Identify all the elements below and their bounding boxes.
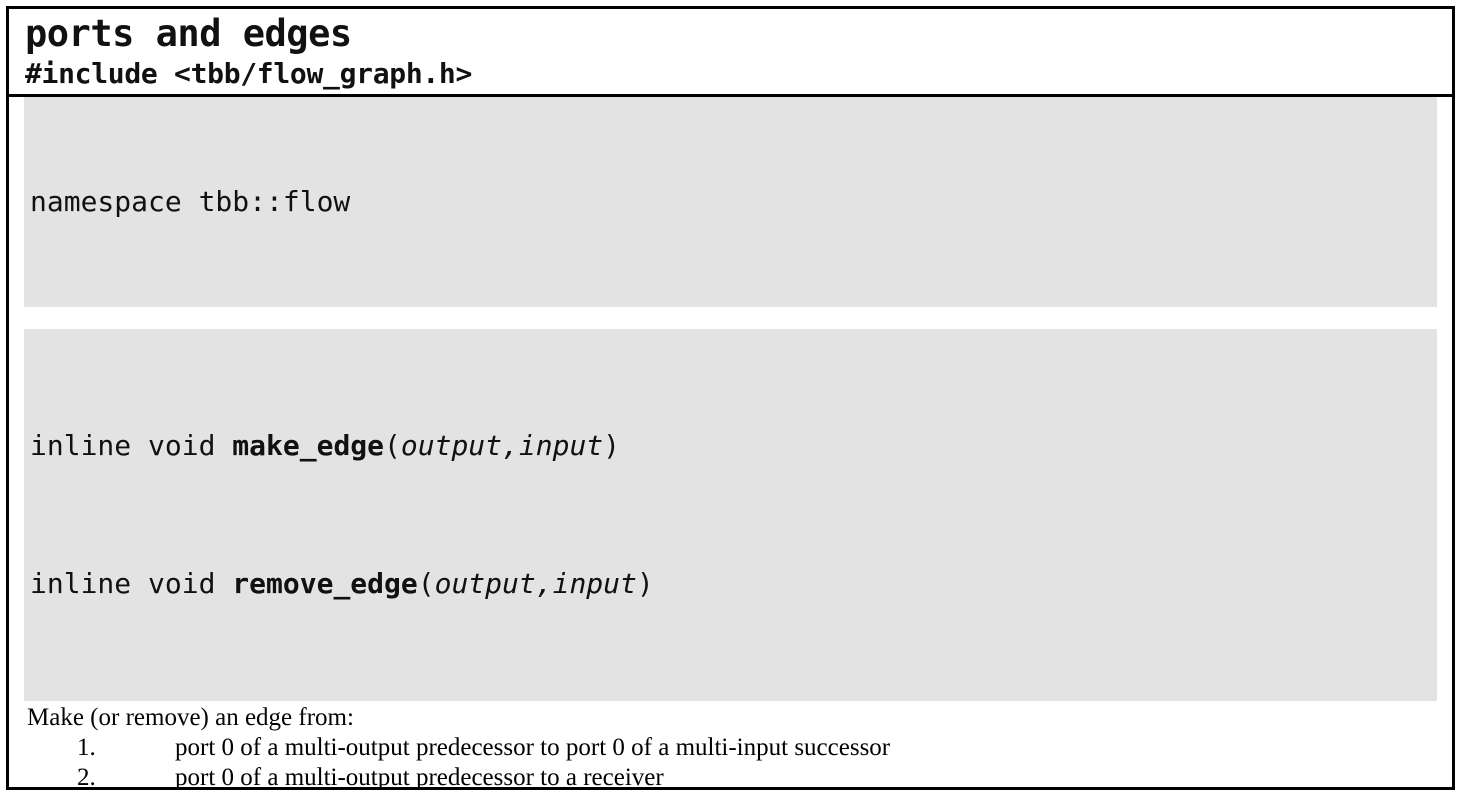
reference-card: ports and edges #include <tbb/flow_graph… — [6, 6, 1455, 790]
card-body: namespace tbb::flow inline void make_edg… — [9, 97, 1452, 790]
remove-edge-prefix: inline void — [30, 567, 233, 600]
list-item-number: 2. — [77, 764, 96, 790]
page-title: ports and edges — [25, 12, 352, 55]
namespace-code-block: namespace tbb::flow — [24, 97, 1437, 307]
card-header: ports and edges #include <tbb/flow_graph… — [9, 9, 1452, 97]
make-edge-signature: inline void make_edge(output,input) — [30, 423, 1437, 469]
make-edge-name: make_edge — [232, 429, 385, 462]
make-edge-paren-close: ) — [603, 429, 621, 462]
list-item: 1. port 0 of a multi-output predecessor t… — [9, 733, 1452, 763]
edge-signature-code-block: inline void make_edge(output,input) inli… — [24, 329, 1437, 701]
include-directive: #include <tbb/flow_graph.h> — [25, 57, 473, 90]
make-edge-params: output,input — [400, 429, 604, 462]
block-spacer — [9, 307, 1452, 329]
list-item-label: port 0 of a multi-output predecessor to … — [175, 764, 664, 790]
make-edge-paren-open: ( — [384, 429, 401, 462]
edge-cases-list: 1. port 0 of a multi-output predecessor t… — [9, 733, 1452, 790]
list-item: 2. port 0 of a multi-output predecessor t… — [9, 763, 1452, 790]
list-item-label: port 0 of a multi-output predecessor to … — [175, 734, 891, 761]
namespace-line: namespace tbb::flow — [30, 185, 351, 218]
list-item-number: 1. — [77, 734, 96, 761]
remove-edge-params: output,input — [434, 567, 637, 600]
make-edge-prefix: inline void — [30, 429, 233, 462]
remove-edge-signature: inline void remove_edge(output,input) — [30, 561, 1437, 607]
remove-edge-paren-open: ( — [417, 567, 435, 600]
description-lead: Make (or remove) an edge from: — [27, 704, 354, 731]
remove-edge-paren-close: ) — [636, 567, 654, 600]
remove-edge-name: remove_edge — [232, 567, 418, 600]
